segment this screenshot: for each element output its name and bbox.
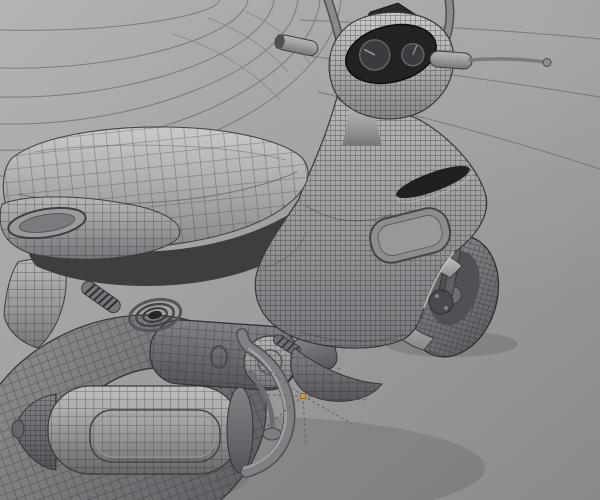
pivot-origin-dot[interactable] [301, 394, 306, 399]
muffler-end-cap [227, 387, 253, 473]
muffler-plate [90, 410, 220, 462]
right-grip [429, 51, 472, 70]
muffler [12, 386, 253, 474]
render-image[interactable] [0, 0, 600, 500]
brake-caliper [429, 290, 453, 314]
lever-ball-end [543, 59, 551, 67]
muffler-tip [12, 420, 24, 438]
viewport-canvas[interactable] [0, 0, 600, 500]
